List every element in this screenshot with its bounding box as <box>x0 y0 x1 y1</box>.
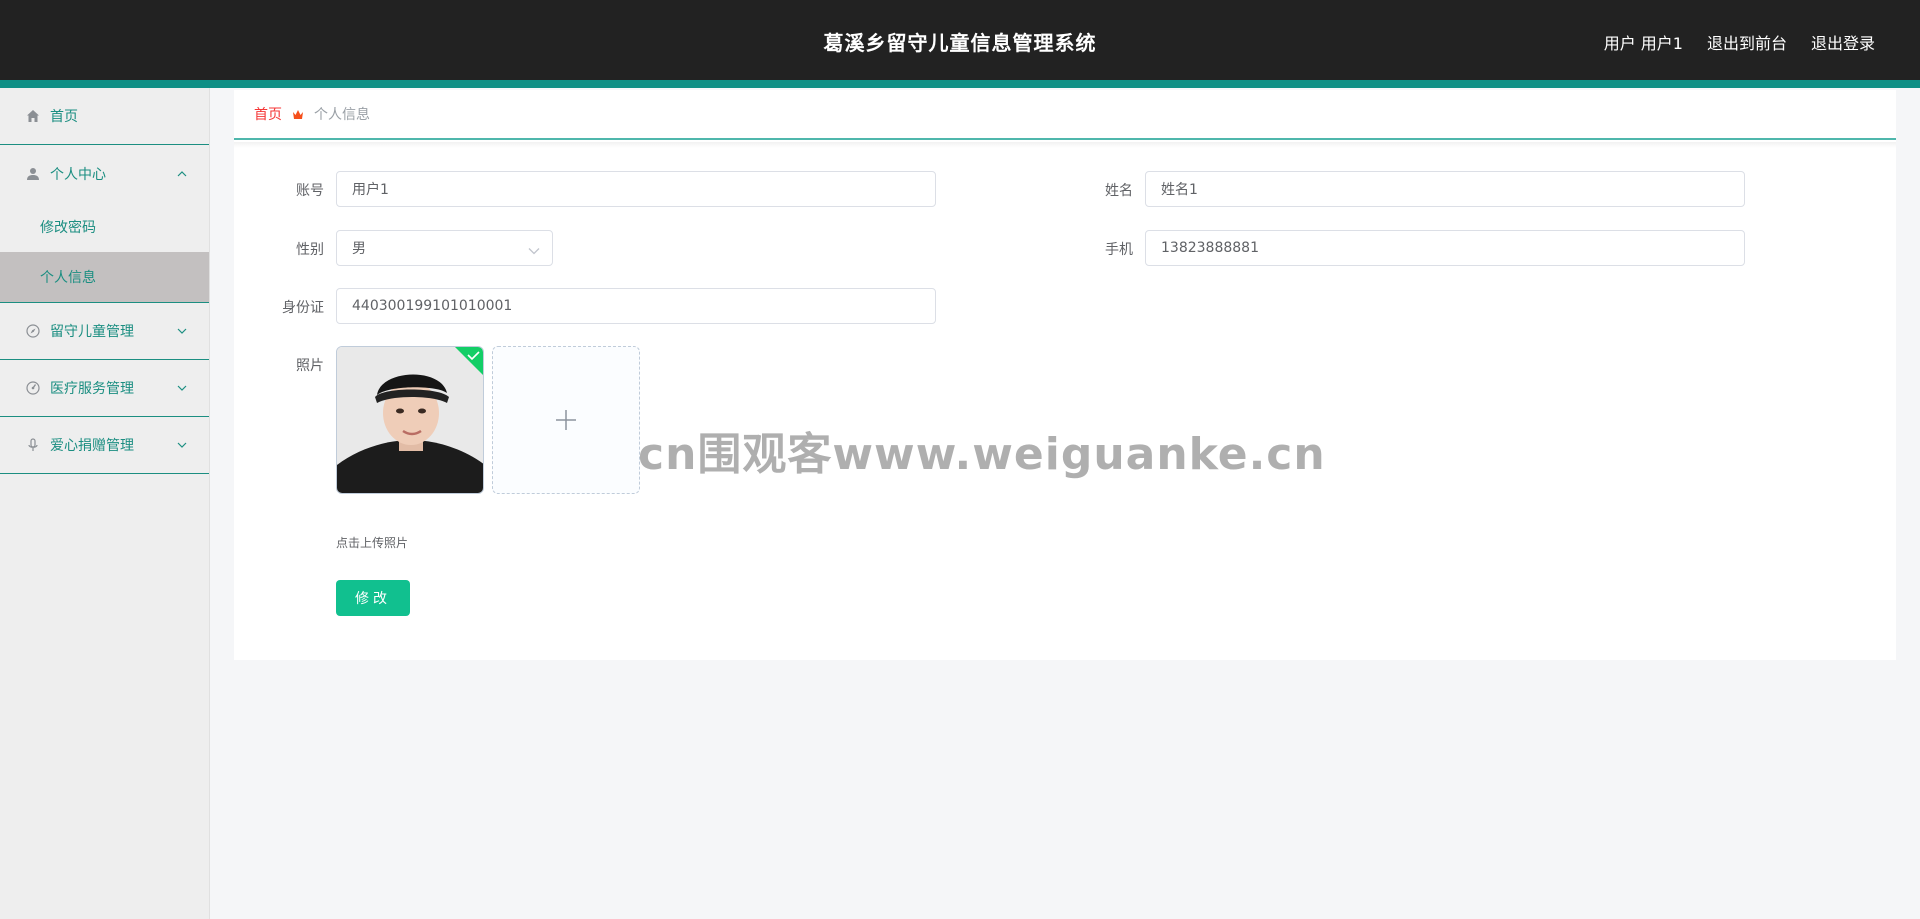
top-bar: 葛溪乡留守儿童信息管理系统 用户 用户1 退出到前台 退出登录 <box>0 0 1920 80</box>
sidebar-item-medical-management[interactable]: 医疗服务管理 <box>0 360 209 417</box>
breadcrumb-current: 个人信息 <box>314 107 370 123</box>
plus-icon <box>556 410 576 430</box>
uploaded-photo[interactable] <box>336 346 484 494</box>
breadcrumb: 首页 个人信息 <box>234 90 1896 140</box>
sidebar-item-home[interactable]: 首页 <box>0 88 209 145</box>
name-field[interactable]: 姓名1 <box>1145 171 1745 207</box>
sidebar-item-label: 留守儿童管理 <box>50 324 134 340</box>
top-links: 用户 用户1 退出到前台 退出登录 <box>1604 30 1875 54</box>
upload-tip: 点击上传照片 <box>336 536 409 550</box>
home-icon <box>25 108 41 124</box>
id-card-field[interactable]: 440300199101010001 <box>336 288 936 324</box>
account-label: 账号 <box>296 183 324 199</box>
chevron-down-icon <box>177 326 187 336</box>
sidebar-item-label: 爱心捐赠管理 <box>50 438 134 454</box>
current-user-label: 用户 用户1 <box>1603 34 1683 53</box>
breadcrumb-home[interactable]: 首页 <box>254 104 282 124</box>
panel-divider <box>234 142 1896 148</box>
name-value: 姓名1 <box>1161 182 1198 198</box>
top-accent-strip <box>0 80 1920 88</box>
phone-value: 13823888881 <box>1161 240 1259 256</box>
sidebar-item-children-management[interactable]: 留守儿童管理 <box>0 303 209 360</box>
compass-icon <box>25 323 41 339</box>
phone-label: 手机 <box>1105 242 1133 258</box>
submit-button[interactable]: 修改 <box>336 580 410 616</box>
chevron-up-icon <box>177 169 187 179</box>
sidebar-item-personal-center[interactable]: 个人中心 <box>0 145 209 202</box>
chevron-down-icon <box>528 243 540 259</box>
crown-separator-icon <box>292 109 304 120</box>
account-field[interactable]: 用户1 <box>336 171 936 207</box>
logout-link[interactable]: 退出登录 <box>1811 30 1875 54</box>
account-value: 用户1 <box>352 182 389 198</box>
id-card-label: 身份证 <box>282 300 324 316</box>
sidebar: 首页 个人中心 修改密码 个人信息 留守儿童管理 医疗服务管理 爱心捐赠管理 <box>0 88 210 919</box>
sidebar-item-change-password[interactable]: 修改密码 <box>0 202 209 252</box>
upload-photo-button[interactable] <box>492 346 640 494</box>
sidebar-item-personal-info[interactable]: 个人信息 <box>0 252 209 302</box>
name-label: 姓名 <box>1105 183 1133 199</box>
personal-center-submenu: 修改密码 个人信息 <box>0 202 209 303</box>
id-card-value: 440300199101010001 <box>352 298 513 314</box>
gender-value: 男 <box>352 241 366 257</box>
gauge-icon <box>25 380 41 396</box>
to-frontend-link[interactable]: 退出到前台 <box>1707 30 1787 54</box>
photo-label: 照片 <box>296 358 324 374</box>
upload-success-badge <box>455 347 483 375</box>
phone-field[interactable]: 13823888881 <box>1145 230 1745 266</box>
watermark: cn围观客www.weiguanke.cn <box>638 429 1326 480</box>
sidebar-item-label: 个人中心 <box>50 166 106 183</box>
gender-label: 性别 <box>296 242 324 258</box>
sidebar-item-donation-management[interactable]: 爱心捐赠管理 <box>0 417 209 474</box>
user-icon <box>25 166 41 182</box>
microphone-icon <box>25 437 41 453</box>
chevron-down-icon <box>177 440 187 450</box>
gender-select[interactable]: 男 <box>336 230 553 266</box>
sidebar-item-label: 医疗服务管理 <box>50 381 134 397</box>
sidebar-item-label: 首页 <box>50 109 78 125</box>
chevron-down-icon <box>177 383 187 393</box>
